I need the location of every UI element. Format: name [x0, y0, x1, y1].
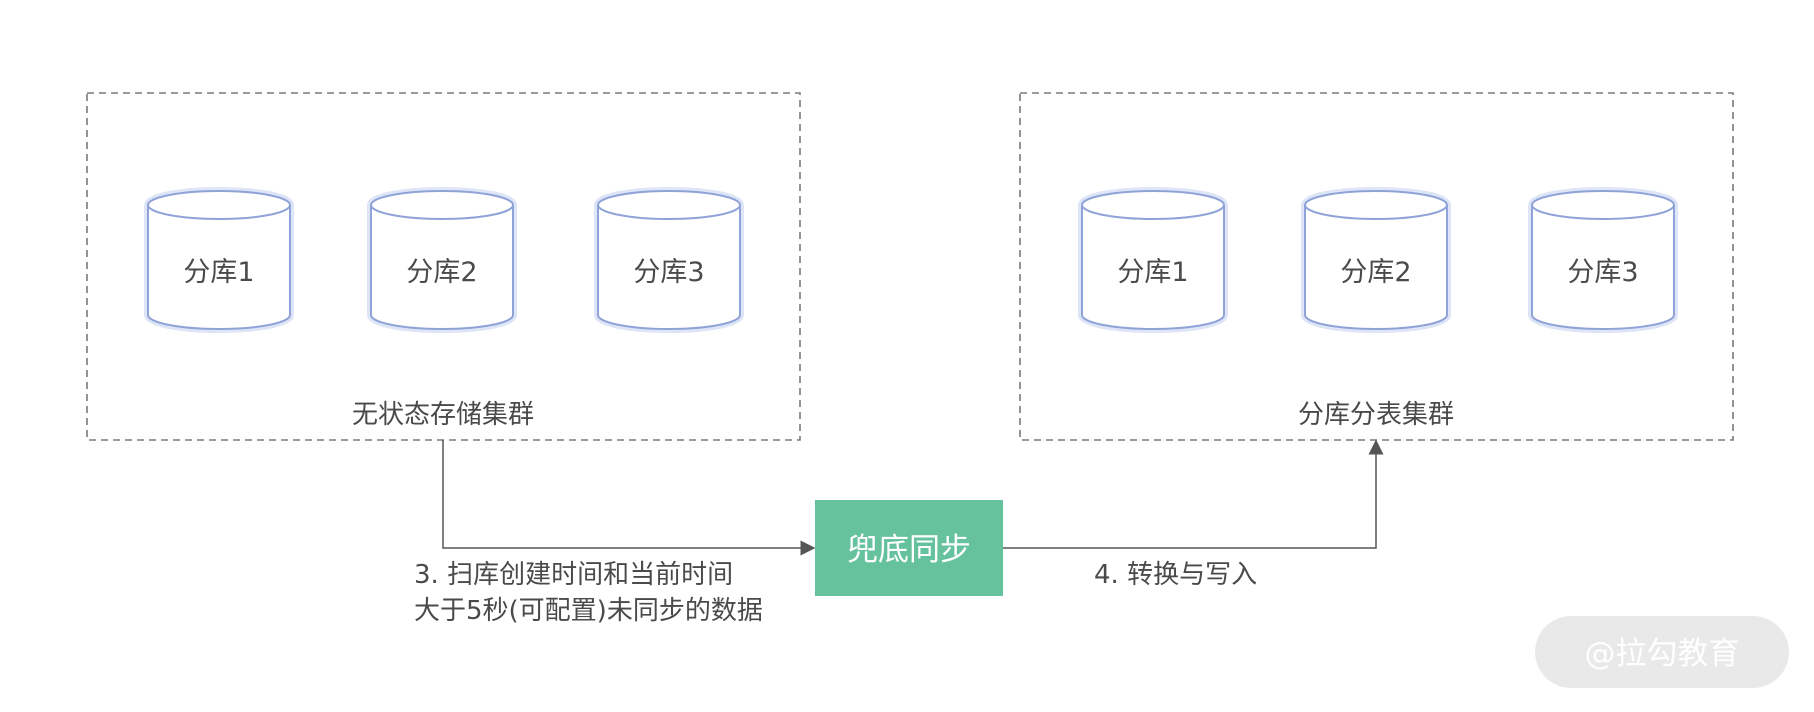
watermark-text: @拉勾教育: [1585, 636, 1740, 672]
scan-edge-label-line2: 大于5秒(可配置)未同步的数据: [414, 596, 763, 626]
fallback-sync-label: 兜底同步: [847, 532, 971, 568]
db-label: 分库2: [1340, 257, 1411, 288]
sharded-cluster: 分库1 分库2 分库3 分库分表集群: [1019, 92, 1734, 441]
fallback-sync-node: 兜底同步: [815, 500, 1003, 596]
cluster-label: 分库分表集群: [1298, 400, 1454, 430]
stateless-db-2: 分库2: [367, 187, 517, 333]
transform-edge: [1003, 439, 1384, 549]
db-label: 分库2: [406, 257, 477, 288]
sync-diagram: 分库1 分库2 分库3 无状态存储集群 分库1 分库2 分库3 分库分表集群 兜…: [86, 92, 1789, 688]
cluster-label: 无状态存储集群: [352, 400, 534, 430]
watermark: @拉勾教育: [1535, 616, 1789, 688]
scan-edge: [442, 440, 816, 556]
stateless-db-3: 分库3: [594, 187, 744, 333]
scan-edge-label-line1: 3. 扫库创建时间和当前时间: [414, 560, 733, 590]
db-label: 分库1: [1117, 257, 1188, 288]
stateless-db-1: 分库1: [144, 187, 294, 333]
transform-edge-label: 4. 转换与写入: [1094, 560, 1257, 590]
stateless-storage-cluster: 分库1 分库2 分库3 无状态存储集群: [86, 92, 801, 441]
db-label: 分库3: [633, 257, 704, 288]
sharded-db-1: 分库1: [1078, 187, 1228, 333]
db-label: 分库1: [183, 257, 254, 288]
sharded-db-3: 分库3: [1528, 187, 1678, 333]
db-label: 分库3: [1567, 257, 1638, 288]
sharded-db-2: 分库2: [1301, 187, 1451, 333]
